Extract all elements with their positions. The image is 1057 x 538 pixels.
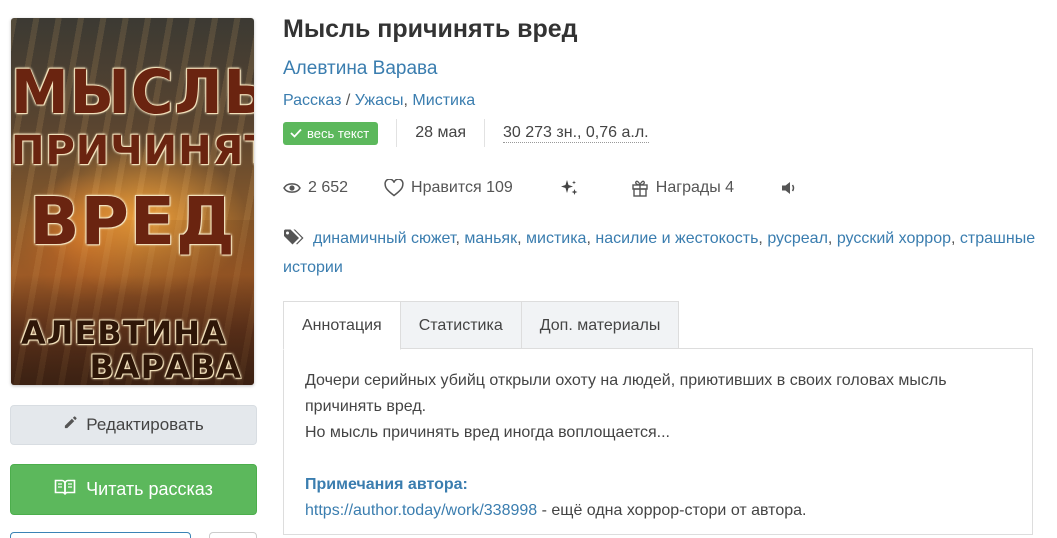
work-link[interactable]: https://author.today/work/338998 <box>305 502 537 519</box>
tag-link[interactable]: русский хоррор <box>837 230 951 247</box>
stats-row: 2 652 Нравится 109 Награды 4 <box>283 176 798 200</box>
check-icon <box>290 126 302 141</box>
book-open-icon <box>54 478 76 501</box>
author-notes-title: Примечания автора: <box>305 476 468 493</box>
text-size[interactable]: 30 273 зн., 0,76 а.л. <box>503 124 649 143</box>
tag-link[interactable]: мистика <box>526 230 586 247</box>
annotation-text: Дочери серийных убийц открыли охоту на л… <box>305 372 947 415</box>
genre-link-form[interactable]: Рассказ <box>283 92 341 109</box>
tag-separator: , <box>455 230 460 247</box>
book-title: Мысль причинять вред <box>283 15 578 43</box>
genre-separator: / <box>341 92 355 109</box>
eye-icon <box>283 182 301 194</box>
tag-link[interactable]: маньяк <box>464 230 517 247</box>
tag-separator: , <box>950 230 956 247</box>
author-notes-suffix: - ещё одна хоррор-стори от автора. <box>537 502 807 519</box>
audio-button[interactable] <box>780 180 798 196</box>
book-cover[interactable]: МЫСЛЬ ПРИЧИНЯТЬ ВРЕД АЛЕВТИНА ВАРАВА <box>11 18 254 385</box>
cover-author-line: ВАРАВА <box>89 348 242 385</box>
divider <box>396 119 398 147</box>
views-stat: 2 652 <box>283 179 348 197</box>
author-notes-text: https://author.today/work/338998 - ещё о… <box>305 498 1012 524</box>
speaker-icon <box>780 180 798 196</box>
content-tabs: Аннотация Статистика Доп. материалы <box>283 301 680 350</box>
sparkle-button[interactable] <box>559 179 579 197</box>
tag-link[interactable]: русреал <box>767 230 828 247</box>
annotation-text: Но мысль причинять вред иногда воплощает… <box>305 424 670 441</box>
pencil-icon <box>63 415 78 435</box>
genre-link-mystic[interactable]: Мистика <box>412 92 475 109</box>
tab-extra-materials[interactable]: Доп. материалы <box>520 301 680 349</box>
divider <box>484 119 486 147</box>
tags-icon <box>283 228 307 255</box>
like-button[interactable]: Нравится 109 <box>384 179 513 197</box>
secondary-button[interactable] <box>10 532 191 538</box>
likes-label: Нравится 109 <box>411 179 513 196</box>
awards-label: Награды 4 <box>655 179 735 196</box>
tag-separator: , <box>517 230 522 247</box>
awards-button[interactable]: Награды 4 <box>631 179 734 197</box>
gift-icon <box>631 179 649 197</box>
cover-title-line: ПРИЧИНЯТЬ <box>11 128 254 174</box>
tag-separator: , <box>758 230 763 247</box>
genre-link-horror[interactable]: Ужасы <box>355 92 404 109</box>
read-story-label: Читать рассказ <box>86 479 213 499</box>
edit-button-label: Редактировать <box>86 415 204 434</box>
publish-date: 28 мая <box>415 124 467 141</box>
status-badge: весь текст <box>283 121 379 145</box>
menu-button[interactable] <box>209 532 257 538</box>
tag-separator: , <box>827 230 833 247</box>
heart-icon <box>384 179 404 197</box>
cover-author-line: АЛЕВТИНА <box>21 314 227 352</box>
edit-button[interactable]: Редактировать <box>10 405 257 445</box>
sparkle-icon <box>559 179 579 197</box>
tag-separator: , <box>586 230 591 247</box>
tag-link[interactable]: насилие и жестокость <box>595 230 758 247</box>
cover-title-line: МЫСЛЬ <box>11 56 254 128</box>
tag-link[interactable]: динамичный сюжет <box>313 230 455 247</box>
cover-title-line: ВРЕД <box>29 183 236 260</box>
annotation-panel: Дочери серийных убийц открыли охоту на л… <box>283 348 1033 535</box>
views-count: 2 652 <box>308 179 349 196</box>
tab-annotation[interactable]: Аннотация <box>283 301 401 350</box>
meta-row: весь текст 28 мая 30 273 зн., 0,76 а.л. <box>283 118 649 148</box>
author-link[interactable]: Алевтина Варава <box>283 58 437 80</box>
tags-list: динамичный сюжет, маньяк, мистика, насил… <box>283 226 1043 281</box>
status-badge-label: весь текст <box>307 125 370 141</box>
genres: Рассказ / Ужасы, Мистика <box>283 92 475 110</box>
tab-statistics[interactable]: Статистика <box>399 301 522 349</box>
read-story-button[interactable]: Читать рассказ <box>10 464 257 515</box>
